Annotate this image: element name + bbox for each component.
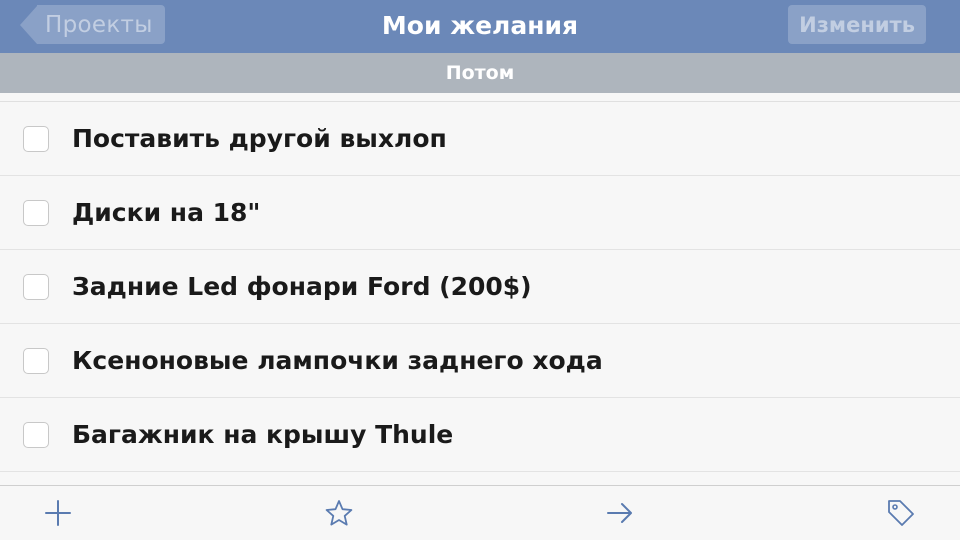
list-item[interactable]: Багажник на крышу Thule xyxy=(0,398,960,472)
plus-icon[interactable] xyxy=(43,498,73,528)
list-item[interactable]: Поставить другой выхлоп xyxy=(0,102,960,176)
task-checkbox[interactable] xyxy=(23,421,49,448)
list-item[interactable]: Ксеноновые лампочки заднего хода xyxy=(0,324,960,398)
edit-button[interactable]: Изменить xyxy=(788,5,926,44)
task-label: Поставить другой выхлоп xyxy=(72,124,447,153)
bottom-toolbar xyxy=(0,485,960,540)
list-item[interactable]: Диски на 18" xyxy=(0,176,960,250)
arrow-right-icon[interactable] xyxy=(605,498,635,528)
tag-icon[interactable] xyxy=(886,498,916,528)
task-label: Багажник на крышу Thule xyxy=(72,420,454,449)
task-checkbox[interactable] xyxy=(23,125,49,152)
task-checkbox[interactable] xyxy=(23,347,49,374)
task-label: Ксеноновые лампочки заднего хода xyxy=(72,346,603,375)
task-checkbox[interactable] xyxy=(23,199,49,226)
task-checkbox[interactable] xyxy=(23,273,49,300)
list-item[interactable]: Задние Led фонари Ford (200$) xyxy=(0,250,960,324)
task-list: Поставить другой выхлоп Диски на 18" Зад… xyxy=(0,93,960,485)
star-icon[interactable] xyxy=(324,498,354,528)
task-label: Диски на 18" xyxy=(72,198,261,227)
navigation-bar: Проекты Мои желания Изменить xyxy=(0,0,960,53)
section-header: Потом xyxy=(0,53,960,93)
task-label: Задние Led фонари Ford (200$) xyxy=(72,272,532,301)
